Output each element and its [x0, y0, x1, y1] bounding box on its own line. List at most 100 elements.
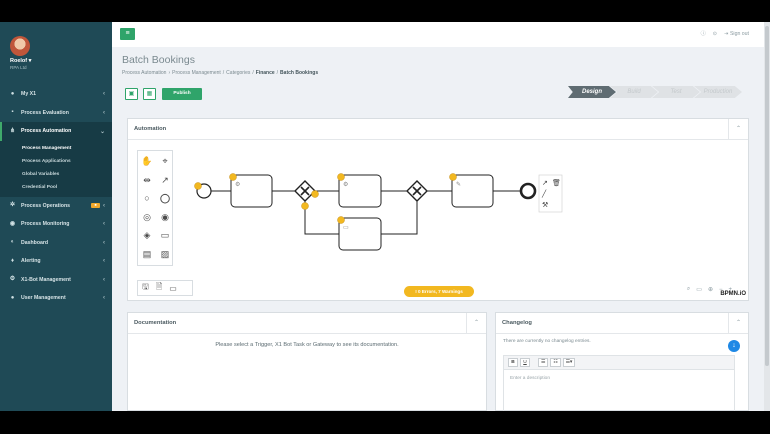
settings-icon[interactable]: ⊙	[713, 31, 717, 37]
sidebar-item-user-management[interactable]: ● User Management ‹	[0, 289, 112, 308]
stage-build[interactable]: Build	[610, 86, 658, 98]
save-icon[interactable]: 🖫	[142, 281, 149, 295]
collapse-icon[interactable]: ⌃	[466, 313, 486, 333]
sidebar-item-label: Alerting	[21, 258, 41, 265]
task-icon[interactable]: ▭	[156, 226, 174, 245]
svg-text:╱: ╱	[541, 189, 547, 198]
scrollbar-thumb[interactable]	[765, 26, 769, 366]
sidebar-item-dashboard[interactable]: ◐ Dashboard ‹	[0, 234, 112, 253]
sign-out-button[interactable]: ⇥ Sign out	[724, 31, 749, 37]
sidebar-item-alerting[interactable]: ♦ Alerting ‹	[0, 252, 112, 271]
task-node[interactable]	[338, 217, 382, 251]
breadcrumb-item[interactable]: Categories	[226, 70, 250, 76]
bold-button[interactable]: B	[508, 358, 518, 367]
sidebar-subitem-credential-pool[interactable]: Credential Pool	[0, 181, 112, 194]
sidebar-item-process-evaluation[interactable]: ▪ Process Evaluation ‹	[0, 104, 112, 123]
document-icon[interactable]: 🗎	[156, 281, 162, 295]
description-editor[interactable]: B U ☰ ☷ ☰▾ Enter a description	[503, 355, 735, 411]
chevron-left-icon: ‹	[103, 202, 105, 209]
sidebar-subitem-process-applications[interactable]: Process Applications	[0, 155, 112, 168]
bullet-list-button[interactable]: ☰	[538, 358, 549, 367]
data-object-icon[interactable]: ▨	[156, 245, 174, 264]
stage-design[interactable]: Design	[568, 86, 616, 98]
video-icon[interactable]: ▭	[169, 284, 177, 293]
stage-test[interactable]: Test	[652, 86, 700, 98]
reset-zoom-icon[interactable]: ⊕	[708, 286, 713, 293]
breadcrumb-item[interactable]: Finance	[256, 70, 275, 76]
breadcrumb-item[interactable]: Process Management	[172, 70, 221, 76]
hand-tool-icon[interactable]: ✋	[138, 152, 156, 171]
robot-icon: ⚙	[9, 276, 16, 283]
cogs-icon: ✲	[9, 202, 16, 209]
description-input[interactable]: Enter a description	[504, 370, 734, 387]
underline-button[interactable]: U	[520, 358, 530, 367]
breadcrumb-item-current: Batch Bookings	[280, 70, 319, 76]
sidebar-item-label: Process Monitoring	[21, 221, 70, 228]
search-icon[interactable]: ⌕	[687, 286, 690, 293]
avatar[interactable]	[10, 36, 30, 56]
space-tool-icon[interactable]: ⇹	[138, 171, 156, 190]
action-buttons: ▣ ▦ Publish	[125, 88, 202, 100]
documentation-empty-text: Please select a Trigger, X1 Bot Task or …	[215, 342, 399, 348]
person-icon: ●	[10, 90, 15, 97]
sidebar-item-label: Dashboard	[21, 239, 49, 246]
bell-icon: ♦	[10, 257, 15, 264]
svg-text:⚙: ⚙	[343, 181, 348, 188]
sidebar-item-process-automation[interactable]: ⋔ Process Automation ⌄	[0, 122, 112, 141]
publish-button[interactable]: Publish	[162, 88, 202, 100]
sidebar-subitem-global-variables[interactable]: Global Variables	[0, 168, 112, 181]
dashboard-icon: ◐	[10, 239, 15, 246]
chevron-left-icon: ‹	[103, 221, 105, 228]
bpmn-canvas[interactable]: ⚙ ⚙ ▭ ✎ ↗ 🗑 ╱ ⚒	[188, 164, 568, 274]
align-dropdown[interactable]: ☰▾	[562, 358, 576, 367]
start-event-icon[interactable]: ○	[138, 189, 156, 208]
user-name[interactable]: Roelof ▾	[10, 58, 31, 64]
add-changelog-button[interactable]: ↓	[728, 340, 740, 352]
sitemap-icon: ⋔	[9, 127, 16, 134]
task-node[interactable]	[451, 174, 494, 208]
lasso-tool-icon[interactable]: ⌖	[156, 152, 174, 171]
map-icon[interactable]: ▭	[696, 286, 702, 293]
gateway-icon[interactable]: ◈	[138, 226, 156, 245]
user-org: RPA Ltd	[10, 65, 27, 70]
subprocess-icon[interactable]: ▤	[138, 245, 156, 264]
sidebar-item-label: Process Operations	[21, 202, 71, 209]
context-pad[interactable]: ↗ 🗑 ╱ ⚒	[538, 174, 563, 213]
numbered-list-button[interactable]: ☷	[550, 358, 561, 367]
chevron-down-icon: ⌄	[99, 128, 105, 135]
chevron-left-icon: ‹	[103, 295, 105, 302]
sidebar-item-process-operations[interactable]: ✲ Process Operations ■ ‹	[0, 197, 112, 216]
intermediate-event-icon[interactable]: ◎	[138, 208, 156, 227]
chevron-left-icon: ‹	[103, 258, 105, 265]
svg-text:🗑: 🗑	[552, 178, 561, 187]
connect-tool-icon[interactable]: ↗	[156, 171, 174, 190]
lock-button[interactable]: ▣	[125, 88, 138, 100]
collapse-icon[interactable]: ⌃	[728, 119, 748, 139]
task-node[interactable]	[338, 174, 382, 208]
sidebar-item-label: Process Evaluation	[21, 109, 69, 116]
stage-production[interactable]: Production	[694, 86, 742, 98]
task-node[interactable]	[230, 174, 273, 208]
bpmn-logo[interactable]: BPMN.iO	[720, 291, 746, 297]
page-scrollbar[interactable]	[764, 22, 770, 411]
documentation-panel: Documentation ⌃ Please select a Trigger,…	[127, 312, 487, 411]
sidebar-item-my-x1[interactable]: ● My X1 ‹	[0, 85, 112, 104]
panel-header: Documentation ⌃	[128, 313, 486, 334]
end-event-icon[interactable]: ◯	[156, 189, 174, 208]
calendar-button[interactable]: ▦	[143, 88, 156, 100]
automation-panel: Automation ⌃ ✋ ⌖ ⇹ ↗ ○ ◯ ◎ ◉ ◈ ▭ ▤ ▨ ⚙ ⚙…	[127, 118, 749, 301]
sidebar-item-x1-bot-management[interactable]: ⚙ X1-Bot Management ‹	[0, 271, 112, 290]
sequence-flow[interactable]	[304, 201, 339, 235]
errors-warnings-badge[interactable]: ! 0 Errors, 7 Warnings	[404, 286, 474, 297]
sidebar-item-process-monitoring[interactable]: ◉ Process Monitoring ‹	[0, 215, 112, 234]
chevron-left-icon: ‹	[103, 276, 105, 283]
menu-toggle-button[interactable]: ≡	[120, 28, 135, 40]
timer-event-icon[interactable]: ◉	[156, 208, 174, 227]
breadcrumb-item[interactable]: Process Automation	[122, 70, 166, 76]
sidebar-subitem-process-management[interactable]: Process Management	[0, 143, 112, 156]
help-icon[interactable]: ⓘ	[701, 30, 706, 37]
sidebar: Roelof ▾ RPA Ltd ● My X1 ‹ ▪ Process Eva…	[0, 22, 112, 411]
end-event[interactable]	[519, 182, 537, 200]
sequence-flow[interactable]	[381, 201, 418, 235]
collapse-icon[interactable]: ⌃	[728, 313, 748, 333]
